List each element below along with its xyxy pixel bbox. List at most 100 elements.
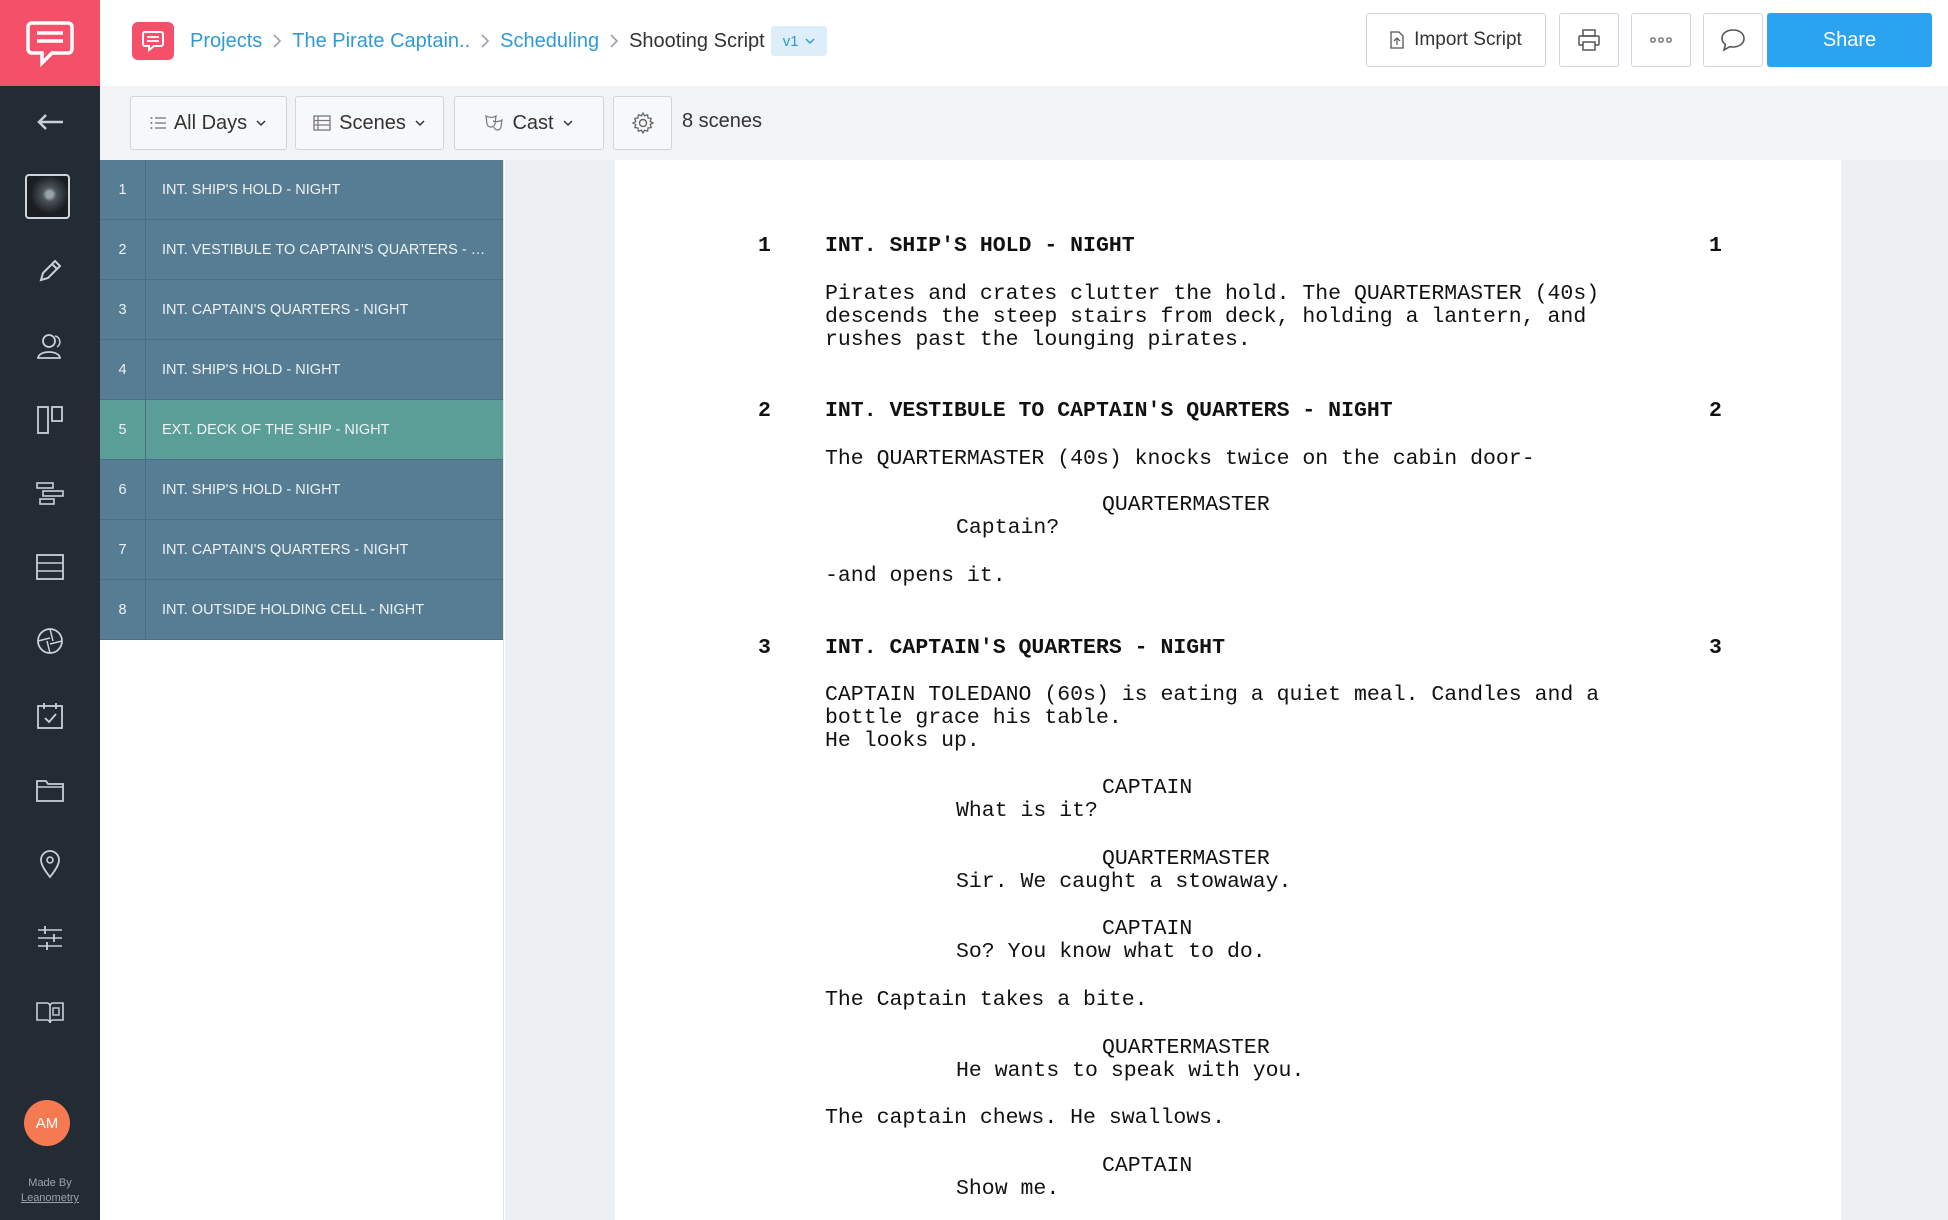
scene-list-title: INT. SHIP'S HOLD - NIGHT [162,481,341,498]
comments-button[interactable] [1703,13,1763,67]
import-script-button[interactable]: Import Script [1366,13,1546,67]
scene-number-right: 3 [1709,636,1722,660]
action-line: The QUARTERMASTER (40s) knocks twice on … [825,447,1535,471]
scene-list-number: 6 [100,460,146,519]
back-arrow-icon[interactable] [0,102,100,142]
filter-bar: All Days Scenes Cast 8 scenes [100,86,1948,160]
pencil-icon[interactable] [0,251,100,291]
printer-icon [1578,29,1600,51]
scene-list-item[interactable]: 6 INT. SHIP'S HOLD - NIGHT [100,460,503,520]
scene-list-number: 8 [100,580,146,639]
chevron-down-icon [563,120,573,127]
scene-list-item[interactable]: 7 INT. CAPTAIN'S QUARTERS - NIGHT [100,520,503,580]
dialogue-line: Show me. [956,1177,1060,1201]
scenes-filter-label: Scenes [339,111,406,134]
scene-list-item[interactable]: 5 EXT. DECK OF THE SHIP - NIGHT [100,400,503,460]
location-pin-icon[interactable] [0,844,100,884]
shot-aperture-icon[interactable] [0,621,100,661]
character-name: QUARTERMASTER [1102,1036,1270,1060]
book-icon[interactable] [0,992,100,1032]
layout-icon[interactable] [0,400,100,440]
dialogue-line: What is it? [956,799,1098,823]
chevron-down-icon [256,120,266,127]
chevron-right-icon [480,33,490,49]
action-line: The captain chews. He swallows. [825,1106,1225,1130]
scene-list-title: INT. CAPTAIN'S QUARTERS - NIGHT [162,541,409,558]
dialogue-line: So? You know what to do. [956,940,1266,964]
character-name: QUARTERMASTER [1102,493,1270,517]
version-dropdown[interactable]: v1 [770,26,827,56]
breadcrumb-scheduling[interactable]: Scheduling [500,30,599,53]
made-by-label: Made By [28,1177,72,1189]
gear-icon [631,111,654,135]
chevron-right-icon [609,33,619,49]
breadcrumb: Projects The Pirate Captain.. Scheduling… [190,26,827,56]
scene-list-title: EXT. DECK OF THE SHIP - NIGHT [162,421,390,438]
character-name: CAPTAIN [1102,776,1193,800]
comment-bubble-icon [1721,29,1745,52]
scene-number-right: 1 [1709,234,1722,258]
user-initials: AM [35,1114,59,1132]
more-dots-icon [1650,37,1672,43]
script-page: 1 INT. SHIP'S HOLD - NIGHT 1 Pirates and… [615,160,1841,1220]
masks-icon [485,114,504,131]
app-logo[interactable] [0,0,100,86]
timeline-icon[interactable] [0,474,100,514]
made-by-credit: Made By Leanometry [0,1176,100,1206]
scene-list-item[interactable]: 2 INT. VESTIBULE TO CAPTAIN'S QUARTERS - … [100,220,503,280]
scene-list-item[interactable]: 3 INT. CAPTAIN'S QUARTERS - NIGHT [100,280,503,340]
character-name: CAPTAIN [1102,917,1193,941]
made-by-brand-link[interactable]: Leanometry [0,1191,100,1206]
scene-list-number: 1 [100,160,146,219]
scene-list-title: INT. OUTSIDE HOLDING CELL - NIGHT [162,601,425,618]
file-upload-icon [1390,31,1404,49]
scene-list-item[interactable]: 4 INT. SHIP'S HOLD - NIGHT [100,340,503,400]
scene-number-left: 1 [758,234,771,258]
scenes-filter-dropdown[interactable]: Scenes [295,96,444,150]
share-label: Share [1822,28,1877,51]
action-line: -and opens it. [825,564,1006,588]
dialogue-line: He wants to speak with you. [956,1059,1305,1083]
project-badge[interactable] [132,22,174,60]
scene-list-number: 3 [100,280,146,339]
list-icon[interactable] [0,547,100,587]
user-avatar[interactable]: AM [24,1100,70,1146]
scene-list-item[interactable]: 8 INT. OUTSIDE HOLDING CELL - NIGHT [100,580,503,640]
sliders-icon[interactable] [0,918,100,958]
print-button[interactable] [1559,13,1619,67]
version-label: v1 [782,32,799,50]
calendar-icon[interactable] [0,696,100,736]
storyboard-thumbnail[interactable] [25,174,70,219]
character-name: CAPTAIN [1102,1154,1193,1178]
cast-filter-dropdown[interactable]: Cast [454,96,604,150]
scene-list-number: 7 [100,520,146,579]
more-options-button[interactable] [1631,13,1691,67]
page-title: Shooting Script [629,29,765,52]
import-script-label: Import Script [1414,29,1522,50]
chevron-right-icon [272,33,282,49]
scene-list-item[interactable]: 1 INT. SHIP'S HOLD - NIGHT [100,160,503,220]
table-icon [313,115,331,131]
dialogue-line: Captain? [956,516,1060,540]
action-line: descends the steep stairs from deck, hol… [825,305,1587,329]
scene-list-number: 5 [100,400,146,459]
scene-list-number: 4 [100,340,146,399]
settings-button[interactable] [613,96,672,150]
breadcrumb-projects[interactable]: Projects [190,30,262,53]
top-bar: Projects The Pirate Captain.. Scheduling… [100,0,1948,86]
action-line: rushes past the lounging pirates. [825,328,1251,352]
breadcrumb-project[interactable]: The Pirate Captain.. [292,30,470,53]
characters-icon[interactable] [0,326,100,366]
left-rail: AM Made By Leanometry [0,0,100,1220]
action-line: CAPTAIN TOLEDANO (60s) is eating a quiet… [825,683,1600,707]
chevron-down-icon [415,120,425,127]
share-button[interactable]: Share [1767,13,1932,67]
chevron-down-icon [805,38,815,45]
scene-list: 1 INT. SHIP'S HOLD - NIGHT 2 INT. VESTIBULE… [100,160,504,1220]
scene-heading: INT. SHIP'S HOLD - NIGHT [825,234,1135,258]
days-filter-label: All Days [173,111,248,134]
folder-icon[interactable] [0,770,100,810]
scene-list-title: INT. CAPTAIN'S QUARTERS - NIGHT [162,301,409,318]
days-filter-dropdown[interactable]: All Days [130,96,287,150]
scene-number-left: 3 [758,636,771,660]
